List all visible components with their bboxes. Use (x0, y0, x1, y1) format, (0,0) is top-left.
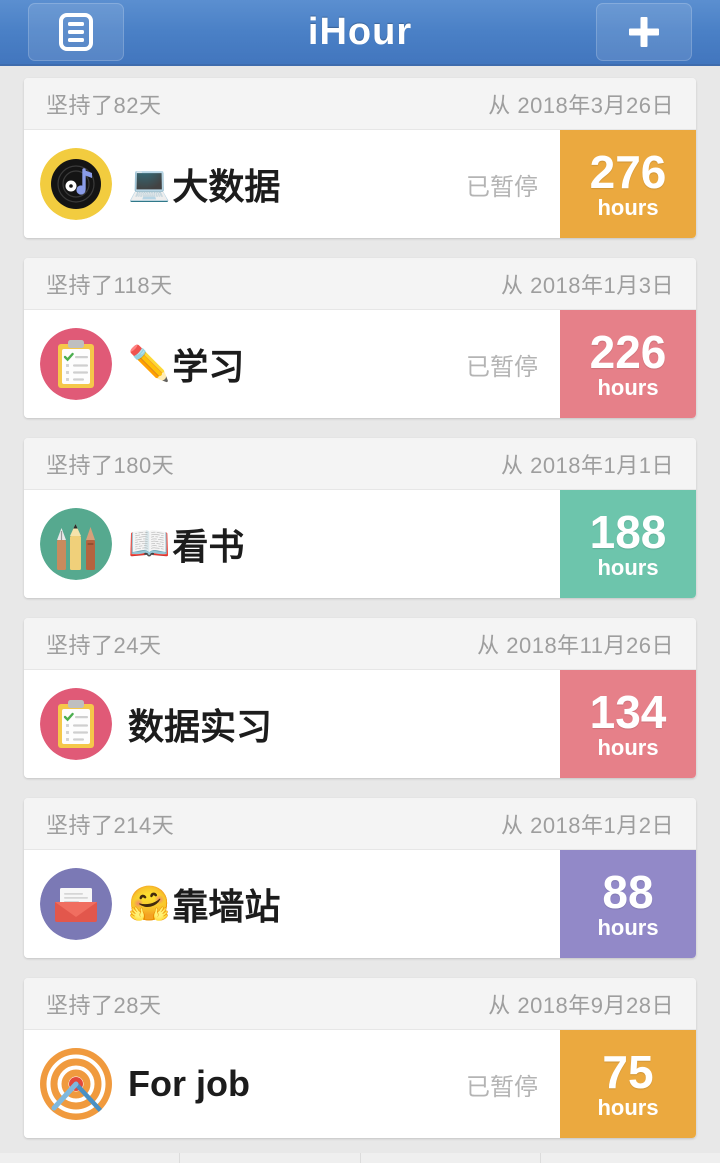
top-navigation-bar: iHour (0, 0, 720, 66)
start-date-label: 从 2018年1月3日 (500, 272, 674, 298)
task-card-header: 坚持了118天 从 2018年1月3日 (24, 258, 696, 310)
list-menu-icon (59, 13, 93, 51)
task-title: 靠墙站 (172, 886, 281, 927)
task-card[interactable]: 坚持了28天 从 2018年9月28日 For job 已暂停 75 hours (24, 978, 696, 1138)
start-date-label: 从 2018年11月26日 (477, 632, 674, 658)
plus-icon (625, 13, 663, 51)
task-card[interactable]: 坚持了214天从 2018年1月2日 🤗 靠墙站 88 hours (24, 798, 696, 958)
task-card-header: 坚持了180天 从 2018年1月1日 (24, 438, 696, 490)
task-status-label: 已暂停 (466, 353, 538, 381)
task-status-label (538, 670, 560, 778)
task-title-group: ✏️ 学习 (128, 310, 466, 418)
task-card-body[interactable]: 📖 看书 188 hours (24, 490, 696, 598)
task-status-label (538, 490, 560, 598)
hours-unit-label: hours (597, 555, 659, 581)
streak-days-label: 坚持了28天 (46, 992, 162, 1018)
tab-slot-4[interactable] (541, 1153, 720, 1163)
task-card-body[interactable]: 💻 大数据 已暂停 276 hours (24, 130, 696, 238)
task-title: 大数据 (172, 166, 281, 207)
streak-days-label: 坚持了24天 (46, 632, 162, 658)
task-title: 数据实习 (128, 706, 273, 747)
add-task-button[interactable] (596, 3, 692, 61)
task-title: For job (128, 1063, 250, 1104)
task-card-body[interactable]: 数据实习 134 hours (24, 670, 696, 778)
streak-days-label: 坚持了118天 (46, 272, 173, 298)
hours-value: 188 (589, 505, 667, 558)
task-title-group: 💻 大数据 (128, 130, 466, 238)
task-avatar[interactable] (24, 310, 128, 418)
task-list[interactable]: 坚持了82天从 2018年3月26日 💻 大数据 已暂停 276 hours 坚持了118天… (0, 66, 720, 1163)
app-title-text: iHour (307, 10, 413, 53)
task-title-group: 📖 看书 (128, 490, 538, 598)
task-card-header: 坚持了24天 从 2018年11月26日 (24, 618, 696, 670)
streak-days-label: 坚持了214天 (46, 812, 175, 838)
hours-unit-label: hours (597, 195, 659, 221)
task-card-body[interactable]: ✏️ 学习 已暂停 226 hours (24, 310, 696, 418)
task-title-group: 数据实习 (128, 670, 538, 778)
task-avatar[interactable] (24, 670, 128, 778)
task-card-header: 坚持了82天 从 2018年3月26日 (24, 78, 696, 130)
task-card[interactable]: 坚持了118天从 2018年1月3日 ✏️ 学习 已暂停 226 hours (24, 258, 696, 418)
task-emoji-icon: 🤗 (128, 884, 171, 924)
bottom-tab-bar[interactable] (0, 1153, 720, 1163)
hours-value: 88 (602, 865, 654, 918)
hours-badge[interactable]: 75 hours (560, 1030, 696, 1138)
hours-badge[interactable]: 276 hours (560, 130, 696, 238)
hours-value: 75 (602, 1045, 654, 1098)
task-avatar[interactable] (24, 850, 128, 958)
hours-unit-label: hours (597, 735, 659, 761)
hours-badge[interactable]: 226 hours (560, 310, 696, 418)
task-emoji-icon: 📖 (128, 524, 171, 564)
task-title: 学习 (172, 346, 245, 387)
hours-value: 226 (589, 325, 667, 378)
hours-unit-label: hours (597, 915, 659, 941)
task-status-label: 已暂停 (466, 173, 538, 201)
task-card-body[interactable]: 🤗 靠墙站 88 hours (24, 850, 696, 958)
task-title: 看书 (172, 526, 245, 567)
task-emoji-icon: ✏️ (128, 344, 171, 384)
task-card[interactable]: 坚持了180天从 2018年1月1日 📖 看书 188 hours (24, 438, 696, 598)
hours-unit-label: hours (597, 375, 659, 401)
start-date-label: 从 2018年1月1日 (500, 452, 674, 478)
task-avatar[interactable] (24, 1030, 128, 1138)
hours-badge[interactable]: 188 hours (560, 490, 696, 598)
hours-badge[interactable]: 134 hours (560, 670, 696, 778)
tab-slot-3[interactable] (361, 1153, 541, 1163)
task-title-group: 🤗 靠墙站 (128, 850, 538, 958)
tab-slot-2[interactable] (180, 1153, 361, 1163)
start-date-label: 从 2018年1月2日 (500, 812, 674, 838)
hours-badge[interactable]: 88 hours (560, 850, 696, 958)
task-emoji-icon: 💻 (128, 164, 171, 204)
task-title-group: For job (128, 1030, 466, 1138)
task-avatar[interactable] (24, 490, 128, 598)
start-date-label: 从 2018年9月28日 (488, 992, 674, 1018)
menu-button[interactable] (28, 3, 124, 61)
task-status-label (538, 850, 560, 958)
task-avatar[interactable] (24, 130, 128, 238)
task-card-header: 坚持了214天 从 2018年1月2日 (24, 798, 696, 850)
task-card-header: 坚持了28天 从 2018年9月28日 (24, 978, 696, 1030)
task-status-label: 已暂停 (466, 1073, 538, 1101)
task-card[interactable]: 坚持了24天 从 2018年11月26日数据实习 134 hours (24, 618, 696, 778)
task-card[interactable]: 坚持了82天从 2018年3月26日 💻 大数据 已暂停 276 hours (24, 78, 696, 238)
streak-days-label: 坚持了180天 (46, 452, 175, 478)
tab-slot-1[interactable] (0, 1153, 181, 1163)
hours-value: 134 (589, 685, 667, 738)
hours-unit-label: hours (597, 1095, 659, 1121)
hours-value: 276 (589, 145, 667, 198)
streak-days-label: 坚持了82天 (46, 92, 162, 118)
task-card-body[interactable]: For job 已暂停 75 hours (24, 1030, 696, 1138)
start-date-label: 从 2018年3月26日 (488, 92, 674, 118)
